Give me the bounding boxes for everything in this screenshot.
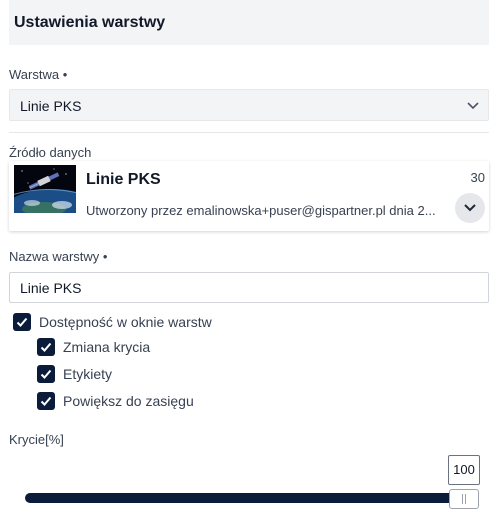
satellite-thumbnail — [14, 165, 76, 213]
zoom-to-extent-checkbox[interactable] — [37, 392, 55, 410]
chevron-down-icon — [464, 204, 476, 212]
opacity-label: Krycie[%] — [9, 432, 64, 447]
checkmark-icon — [40, 396, 52, 406]
panel-header: Ustawienia warstwy — [9, 0, 489, 45]
data-source-label: Źródło danych — [9, 145, 92, 160]
opacity-change-checkbox-label: Zmiana krycia — [63, 339, 151, 355]
labels-checkbox-label: Etykiety — [63, 366, 113, 382]
chevron-down-icon — [467, 102, 479, 110]
layer-name-value: Linie PKS — [20, 280, 82, 296]
opacity-change-checkbox[interactable] — [37, 338, 55, 356]
opacity-value-tooltip: 100 — [448, 455, 480, 485]
section-divider — [9, 132, 489, 133]
expand-button[interactable] — [455, 193, 485, 223]
checkmark-icon — [16, 317, 28, 327]
layer-select-label: Warstwa • — [9, 67, 68, 82]
labels-checkbox[interactable] — [37, 365, 55, 383]
data-source-description: Utworzony przez emalinowska+puser@gispar… — [86, 203, 436, 218]
panel-title: Ustawienia warstwy — [14, 14, 166, 31]
layer-select-value: Linie PKS — [20, 98, 82, 114]
checkmark-icon — [40, 342, 52, 352]
visibility-checkbox-label: Dostępność w oknie warstw — [39, 314, 212, 330]
zoom-to-extent-checkbox-label: Powiększ do zasięgu — [63, 393, 194, 409]
opacity-slider-handle[interactable] — [449, 489, 479, 509]
layer-name-input[interactable]: Linie PKS — [9, 272, 489, 303]
layer-name-label: Nazwa warstwy • — [9, 249, 108, 264]
visibility-checkbox[interactable] — [13, 313, 31, 331]
layer-select[interactable]: Linie PKS — [9, 89, 489, 121]
opacity-slider-track[interactable] — [25, 493, 470, 503]
data-source-card[interactable]: Linie PKS 30 Utworzony przez emalinowska… — [9, 161, 489, 231]
data-source-count: 30 — [470, 170, 485, 185]
data-source-title: Linie PKS — [86, 171, 161, 188]
checkmark-icon — [40, 369, 52, 379]
